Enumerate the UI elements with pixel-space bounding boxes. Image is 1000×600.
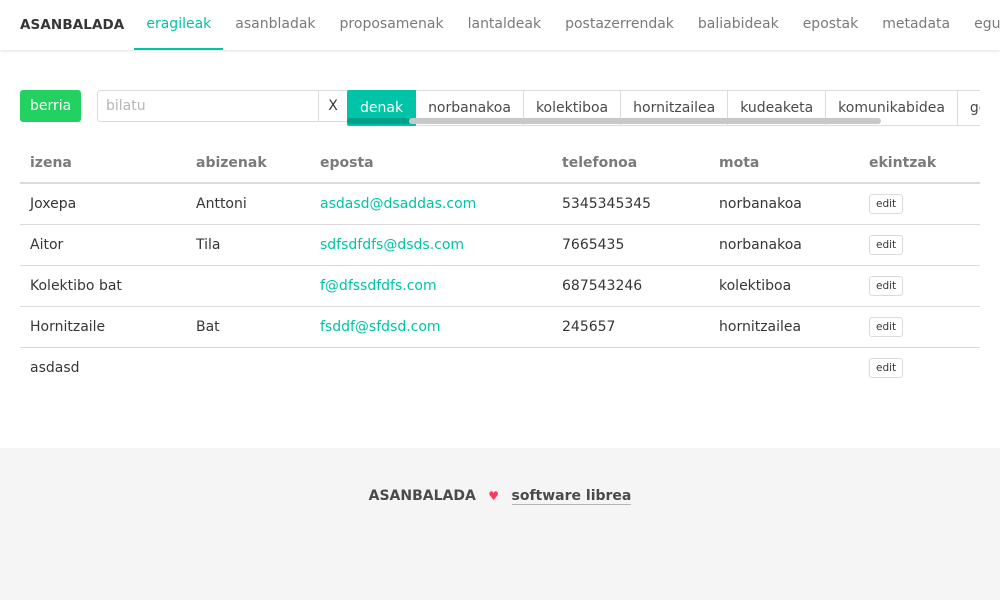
column-header-ekintzak: ekintzak: [859, 144, 980, 184]
table-row: Kolektibo bat f@dfssdfdfs.com 687543246 …: [20, 265, 980, 307]
cell-eposta: asdasd@dsaddas.com: [310, 183, 552, 225]
table-row: Joxepa Anttoni asdasd@dsaddas.com 534534…: [20, 183, 980, 225]
cell-mota: [709, 347, 859, 388]
top-navbar: ASANBALADA eragileak asanbladak proposam…: [0, 0, 1000, 50]
edit-button[interactable]: edit: [869, 193, 904, 214]
cell-abizenak: Tila: [186, 224, 310, 266]
search-input[interactable]: [97, 90, 319, 122]
heart-icon: ♥: [488, 489, 500, 503]
cell-eposta: sdfsdfdfs@dsds.com: [310, 224, 552, 266]
cell-izena: Hornitzaile: [20, 306, 186, 348]
cell-telefonoa: 687543246: [552, 265, 709, 307]
cell-mota: hornitzailea: [709, 306, 859, 348]
nav-item-proposamenak[interactable]: proposamenak: [328, 0, 456, 50]
column-header-abizenak[interactable]: abizenak: [186, 144, 310, 184]
cell-ekintzak: edit: [859, 224, 980, 266]
edit-button[interactable]: edit: [869, 357, 904, 378]
table-row: Hornitzaile Bat fsddf@sfdsd.com 245657 h…: [20, 306, 980, 348]
tabs-scrollbar-thumb[interactable]: [409, 118, 881, 124]
table-row: asdasd edit: [20, 347, 980, 388]
column-header-telefonoa[interactable]: telefonoa: [552, 144, 709, 184]
cell-abizenak: Anttoni: [186, 183, 310, 225]
footer-brand: ASANBALADA: [368, 488, 476, 504]
cell-abizenak: Bat: [186, 306, 310, 348]
nav-item-asanbladak[interactable]: asanbladak: [223, 0, 327, 50]
cell-izena: Aitor: [20, 224, 186, 266]
cell-izena: asdasd: [30, 359, 80, 376]
cell-ekintzak: edit: [859, 347, 980, 388]
cell-izena: Joxepa: [20, 183, 186, 225]
page-footer: ASANBALADA ♥ software librea: [0, 448, 1000, 600]
software-librea-link[interactable]: software librea: [511, 488, 632, 505]
nav-item-baliabideak[interactable]: baliabideak: [686, 0, 791, 50]
cell-mota: norbanakoa: [709, 183, 859, 225]
cell-eposta: [310, 347, 552, 388]
cell-ekintzak: edit: [859, 183, 980, 225]
column-header-eposta[interactable]: eposta: [310, 144, 552, 184]
toolbar: berria X denak norbanakoa kolektiboa hor…: [20, 90, 980, 126]
cell-eposta: fsddf@sfdsd.com: [310, 306, 552, 348]
cell-abizenak: [186, 265, 310, 307]
tabs-scrollbar-track-left: [347, 118, 409, 124]
column-header-izena[interactable]: izena: [20, 144, 186, 184]
edit-button[interactable]: edit: [869, 234, 904, 255]
cell-eposta: f@dfssdfdfs.com: [310, 265, 552, 307]
clear-search-button[interactable]: X: [319, 90, 348, 122]
agents-table: izena abizenak eposta telefonoa mota eki…: [20, 144, 980, 388]
nav-item-egutegia[interactable]: egutegia: [962, 0, 1000, 50]
nav-item-metadata[interactable]: metadata: [870, 0, 962, 50]
email-link[interactable]: f@dfssdfdfs.com: [320, 278, 437, 294]
table-row: Aitor Tila sdfsdfdfs@dsds.com 7665435 no…: [20, 224, 980, 266]
cell-izena: Kolektibo bat: [20, 265, 186, 307]
edit-button[interactable]: edit: [869, 316, 904, 337]
cell-mota: kolektiboa: [709, 265, 859, 307]
email-link[interactable]: sdfsdfdfs@dsds.com: [320, 237, 464, 253]
table-header-row: izena abizenak eposta telefonoa mota eki…: [20, 144, 980, 184]
nav-item-postazerrendak[interactable]: postazerrendak: [553, 0, 686, 50]
cell-ekintzak: edit: [859, 265, 980, 307]
cell-mota: norbanakoa: [709, 224, 859, 266]
email-link[interactable]: asdasd@dsaddas.com: [320, 196, 476, 212]
brand-logo[interactable]: ASANBALADA: [0, 0, 134, 50]
nav-item-eragileak[interactable]: eragileak: [134, 0, 224, 50]
nav-item-epostak[interactable]: epostak: [791, 0, 871, 50]
cell-telefonoa: 7665435: [552, 224, 709, 266]
edit-button[interactable]: edit: [869, 275, 904, 296]
cell-telefonoa: 245657: [552, 306, 709, 348]
footer-line: ASANBALADA ♥ software librea: [0, 488, 1000, 505]
cell-telefonoa: [552, 347, 709, 388]
email-link[interactable]: fsddf@sfdsd.com: [320, 319, 441, 335]
cell-telefonoa: 5345345345: [552, 183, 709, 225]
cell-ekintzak: edit: [859, 306, 980, 348]
filter-tabs: denak norbanakoa kolektiboa hornitzailea…: [347, 90, 980, 126]
new-button[interactable]: berria: [20, 90, 82, 122]
nav-item-lantaldeak[interactable]: lantaldeak: [456, 0, 554, 50]
cell-abizenak: [186, 347, 310, 388]
column-header-mota[interactable]: mota: [709, 144, 859, 184]
tab-gobernu[interactable]: gobernu: [957, 90, 980, 126]
